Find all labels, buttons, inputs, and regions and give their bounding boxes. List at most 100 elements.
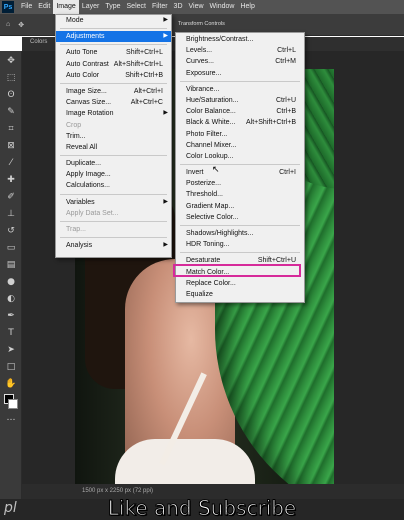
adjustments-item-selective-color[interactable]: Selective Color... xyxy=(176,212,304,223)
adjustments-item-vibrance[interactable]: Vibrance... xyxy=(176,84,304,95)
submenu-arrow-icon: ▶ xyxy=(163,198,168,205)
menu-item-shortcut: Alt+Ctrl+C xyxy=(130,99,163,107)
crop-icon[interactable]: ⌗ xyxy=(4,122,18,136)
menu-item-label: Shadows/Highlights... xyxy=(186,230,254,237)
image-menu-item-apply-image[interactable]: Apply Image... xyxy=(56,169,171,180)
image-menu-item-image-size[interactable]: Image Size... Alt+Ctrl+I xyxy=(56,86,171,97)
image-menu-item-mode[interactable]: Mode ▶ xyxy=(56,15,171,26)
healing-icon[interactable]: ✚ xyxy=(4,173,18,187)
image-menu-item-variables[interactable]: Variables ▶ xyxy=(56,197,171,208)
menu-item-label: Duplicate... xyxy=(66,160,102,168)
adjustments-item-gradient-map[interactable]: Gradient Map... xyxy=(176,201,304,212)
adjustments-item-threshold[interactable]: Threshold... xyxy=(176,189,304,200)
adjustments-submenu: Brightness/Contrast... Levels... Ctrl+L Cur… xyxy=(175,32,305,303)
move-icon[interactable]: ✥ xyxy=(4,54,18,68)
menu-separator xyxy=(180,225,300,226)
adjustments-item-color-balance[interactable]: Color Balance... Ctrl+B xyxy=(176,106,304,117)
menu-help[interactable]: Help xyxy=(237,0,257,14)
menu-item-label: Posterize... xyxy=(186,180,222,188)
adjustments-item-equalize[interactable]: Equalize xyxy=(176,289,304,300)
rectangle-icon[interactable]: □ xyxy=(4,360,18,374)
gradient-icon[interactable]: ▤ xyxy=(4,258,18,272)
menu-select[interactable]: Select xyxy=(124,0,149,14)
image-menu: Mode ▶ Adjustments ▶ Auto Tone Shift+Ctrl+L Au… xyxy=(55,14,172,258)
menu-item-label: Hue/Saturation... xyxy=(186,96,239,104)
adjustments-item-exposure[interactable]: Exposure... xyxy=(176,68,304,79)
adjustments-item-black-white[interactable]: Black & White... Alt+Shift+Ctrl+B xyxy=(176,117,304,128)
menu-item-label: HDR Toning... xyxy=(186,241,230,249)
menu-window[interactable]: Window xyxy=(207,0,238,14)
eraser-icon[interactable]: ▭ xyxy=(4,241,18,255)
menu-separator xyxy=(60,28,167,30)
menu-type[interactable]: Type xyxy=(102,0,123,14)
move-tool-option-icon[interactable]: ✥ xyxy=(18,21,24,29)
image-menu-item-calculations[interactable]: Calculations... xyxy=(56,180,171,191)
submenu-arrow-icon: ▶ xyxy=(163,110,168,117)
more-icon[interactable]: … xyxy=(4,411,18,425)
adjustments-item-color-lookup[interactable]: Color Lookup... xyxy=(176,151,304,162)
home-icon[interactable]: ⌂ xyxy=(6,21,10,28)
hand-icon[interactable]: ✋ xyxy=(4,377,18,391)
menu-3d[interactable]: 3D xyxy=(171,0,186,14)
image-menu-item-analysis[interactable]: Analysis ▶ xyxy=(56,240,171,251)
lasso-icon[interactable]: ʘ xyxy=(4,88,18,102)
menu-image[interactable]: Image xyxy=(53,0,79,14)
menu-item-label: Selective Color... xyxy=(186,213,239,221)
adjustments-item-posterize[interactable]: Posterize... xyxy=(176,178,304,189)
menu-edit[interactable]: Edit xyxy=(35,0,53,14)
menu-item-label: Image Size... xyxy=(66,87,107,95)
adjustments-item-invert[interactable]: Invert Ctrl+I xyxy=(176,167,304,178)
eyedropper-icon[interactable]: ⁄ xyxy=(4,156,18,170)
menu-separator xyxy=(60,44,167,46)
image-menu-item-trim[interactable]: Trim... xyxy=(56,131,171,142)
menu-item-label: Black & White... xyxy=(186,119,236,127)
image-menu-item-canvas-size[interactable]: Canvas Size... Alt+Ctrl+C xyxy=(56,97,171,108)
adjustments-item-shadows-highlights[interactable]: Shadows/Highlights... xyxy=(176,228,304,239)
background-color-swatch[interactable] xyxy=(8,399,18,409)
menu-filter[interactable]: Filter xyxy=(149,0,171,14)
image-menu-item-duplicate[interactable]: Duplicate... xyxy=(56,158,171,169)
type-icon[interactable]: T xyxy=(4,326,18,340)
frame-icon[interactable]: ⊠ xyxy=(4,139,18,153)
photoshop-logo: Ps xyxy=(2,1,14,13)
path-select-icon[interactable]: ➤ xyxy=(4,343,18,357)
document-tab[interactable]: Colors xyxy=(30,39,47,45)
adjustments-item-photo-filter[interactable]: Photo Filter... xyxy=(176,129,304,140)
image-menu-item-auto-tone[interactable]: Auto Tone Shift+Ctrl+L xyxy=(56,47,171,58)
adjustments-item-curves[interactable]: Curves... Ctrl+M xyxy=(176,56,304,67)
menu-item-shortcut: Alt+Shift+Ctrl+B xyxy=(246,119,296,127)
brush-icon[interactable]: ✐ xyxy=(4,190,18,204)
menu-item-shortcut: Shift+Ctrl+L xyxy=(126,49,163,57)
image-menu-item-reveal-all[interactable]: Reveal All xyxy=(56,142,171,153)
image-menu-item-adjustments[interactable]: Adjustments ▶ xyxy=(56,31,171,43)
match-color-annotation-box xyxy=(173,264,301,277)
menu-file[interactable]: File xyxy=(18,0,35,14)
adjustments-item-hue-saturation[interactable]: Hue/Saturation... Ctrl+U xyxy=(176,95,304,106)
dodge-icon[interactable]: ◐ xyxy=(4,292,18,306)
marquee-icon[interactable]: ⬚ xyxy=(4,71,18,85)
menu-view[interactable]: View xyxy=(186,0,207,14)
quick-select-icon[interactable]: ✎ xyxy=(4,105,18,119)
menu-item-label: Apply Image... xyxy=(66,171,111,179)
adjustments-item-hdr-toning[interactable]: HDR Toning... xyxy=(176,239,304,250)
adjustments-item-replace-color[interactable]: Replace Color... xyxy=(176,278,304,289)
image-menu-item-auto-contrast[interactable]: Auto Contrast Alt+Shift+Ctrl+L xyxy=(56,59,171,70)
stamp-icon[interactable]: ⊥ xyxy=(4,207,18,221)
image-menu-item-image-rotation[interactable]: Image Rotation ▶ xyxy=(56,108,171,119)
history-brush-icon[interactable]: ↺ xyxy=(4,224,18,238)
menu-item-label: Adjustments xyxy=(66,33,105,41)
menu-item-label: Color Lookup... xyxy=(186,152,234,160)
menu-item-label: Apply Data Set... xyxy=(66,209,119,217)
image-menu-item-auto-color[interactable]: Auto Color Shift+Ctrl+B xyxy=(56,70,171,81)
menu-item-label: Calculations... xyxy=(66,182,110,190)
menu-item-label: Variables xyxy=(66,198,95,206)
menu-item-label: Mode xyxy=(66,17,84,24)
blur-icon[interactable]: ● xyxy=(4,275,18,289)
menu-item-shortcut: Ctrl+I xyxy=(279,169,296,177)
adjustments-item-brightness-contrast[interactable]: Brightness/Contrast... xyxy=(176,34,304,45)
adjustments-item-channel-mixer[interactable]: Channel Mixer... xyxy=(176,140,304,151)
menu-layer[interactable]: Layer xyxy=(79,0,103,14)
menu-item-label: Auto Color xyxy=(66,71,100,79)
adjustments-item-levels[interactable]: Levels... Ctrl+L xyxy=(176,45,304,56)
pen-icon[interactable]: ✒ xyxy=(4,309,18,323)
